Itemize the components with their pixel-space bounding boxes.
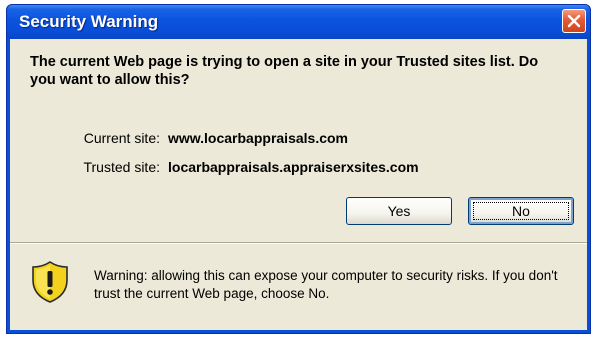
yes-button-label: Yes bbox=[387, 203, 411, 219]
trusted-site-row: Trusted site: locarbappraisals.appraiser… bbox=[10, 159, 585, 179]
current-site-label: Current site: bbox=[83, 130, 160, 146]
window-title: Security Warning bbox=[19, 12, 159, 31]
prompt-message: The current Web page is trying to open a… bbox=[30, 54, 539, 88]
dialog-body: The current Web page is trying to open a… bbox=[10, 39, 587, 330]
warning-shield-icon bbox=[32, 261, 68, 303]
close-icon bbox=[567, 14, 581, 28]
title-bar[interactable]: Security Warning bbox=[7, 5, 590, 39]
trusted-site-value: locarbappraisals.appraiserxsites.com bbox=[168, 159, 419, 175]
no-button-label: No bbox=[512, 203, 530, 219]
current-site-row: Current site: www.locarbappraisals.com bbox=[10, 130, 585, 150]
yes-button[interactable]: Yes bbox=[346, 197, 452, 225]
close-button[interactable] bbox=[562, 9, 586, 33]
divider bbox=[10, 242, 587, 244]
warning-text: Warning: allowing this can expose your c… bbox=[94, 268, 558, 301]
current-site-value: www.locarbappraisals.com bbox=[168, 130, 348, 146]
trusted-site-label: Trusted site: bbox=[83, 159, 160, 175]
no-button[interactable]: No bbox=[468, 197, 574, 225]
security-warning-dialog: Security Warning The current Web page is… bbox=[6, 4, 591, 334]
